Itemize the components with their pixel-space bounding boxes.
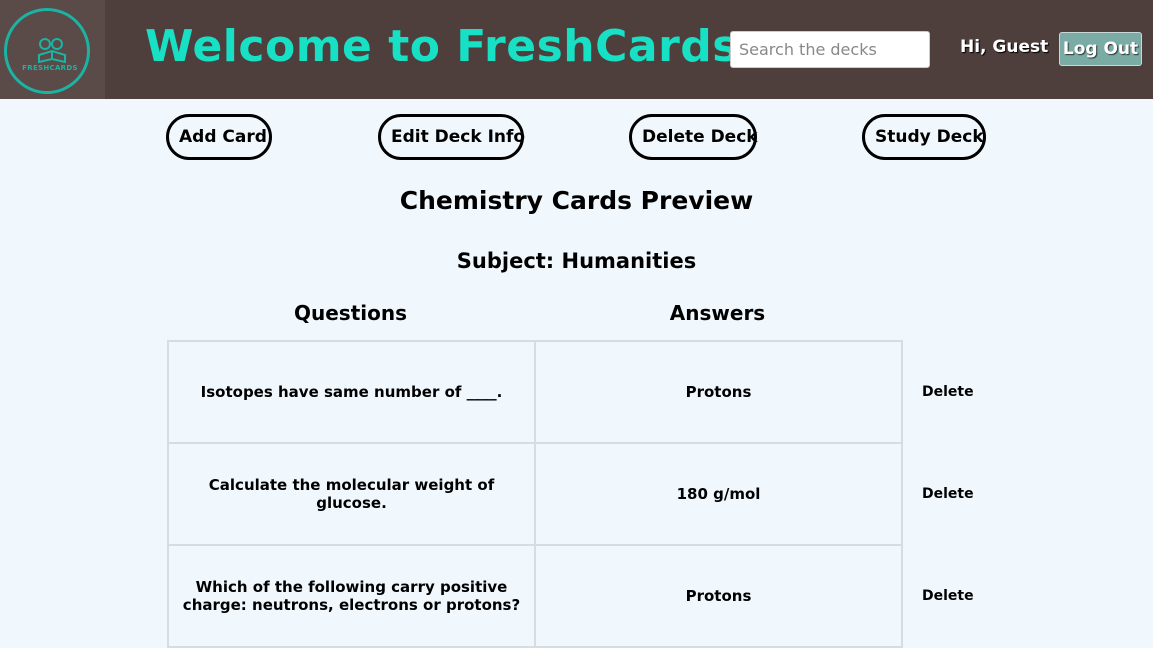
- delete-card-link[interactable]: Delete: [922, 486, 974, 502]
- question-cell: Calculate the molecular weight of glucos…: [167, 442, 536, 546]
- study-deck-button[interactable]: Study Deck: [862, 114, 986, 160]
- table-row: Calculate the molecular weight of glucos…: [167, 442, 1044, 546]
- answer-cell: 180 g/mol: [534, 442, 903, 546]
- answer-cell: Protons: [534, 340, 903, 444]
- table-row: Which of the following carry positive ch…: [167, 544, 1044, 648]
- edit-deck-button[interactable]: Edit Deck Info: [378, 114, 525, 160]
- delete-card-link[interactable]: Delete: [922, 588, 974, 604]
- table-row: Isotopes have same number of ____. Proto…: [167, 340, 1044, 444]
- top-header: FRESHCARDS Welcome to FreshCards Hi, Gue…: [0, 0, 1153, 99]
- question-cell: Isotopes have same number of ____.: [167, 340, 536, 444]
- delete-deck-button[interactable]: Delete Deck: [629, 114, 758, 160]
- delete-card-link[interactable]: Delete: [922, 384, 974, 400]
- user-greeting: Hi, Guest: [960, 37, 1049, 57]
- deck-subject: Subject: Humanities: [456, 249, 697, 273]
- deck-title: Chemistry Cards Preview: [399, 186, 754, 215]
- add-card-button[interactable]: Add Card: [166, 114, 272, 160]
- answer-cell: Protons: [534, 544, 903, 648]
- site-title: Welcome to FreshCards: [145, 21, 739, 72]
- questions-header: Questions: [293, 301, 407, 325]
- glasses-book-icon: [38, 38, 66, 64]
- logout-button[interactable]: Log Out: [1059, 32, 1142, 66]
- answers-header: Answers: [669, 301, 766, 325]
- search-input[interactable]: [730, 31, 930, 68]
- cards-table: Isotopes have same number of ____. Proto…: [167, 340, 1045, 648]
- logo[interactable]: FRESHCARDS: [0, 0, 105, 99]
- logo-circle: FRESHCARDS: [4, 8, 90, 94]
- logo-text: FRESHCARDS: [22, 64, 78, 72]
- question-cell: Which of the following carry positive ch…: [167, 544, 536, 648]
